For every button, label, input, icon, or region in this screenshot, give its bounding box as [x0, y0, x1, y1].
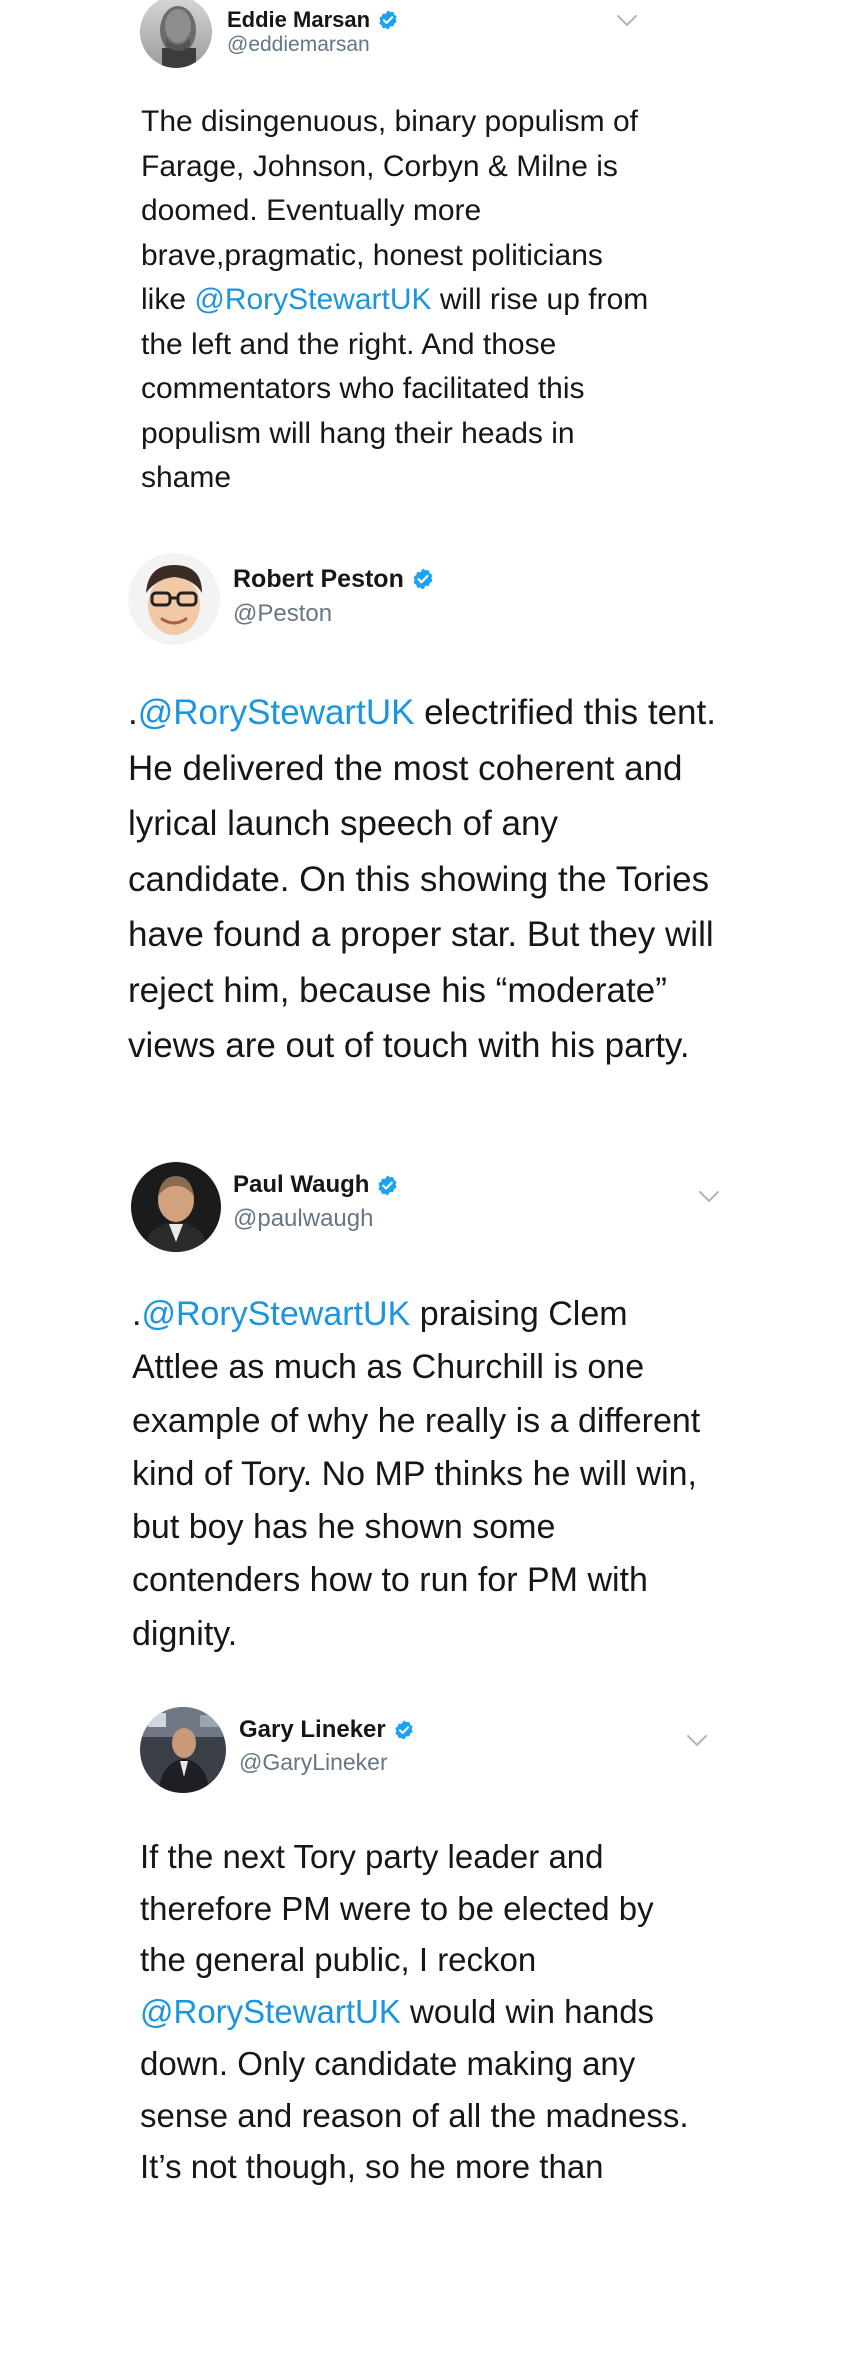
tweet-text: .@RoryStewartUK electrified this tent. H…	[128, 685, 716, 1074]
chevron-down-icon[interactable]	[686, 1734, 708, 1748]
text-line: He delivered the most coherent and	[128, 748, 683, 788]
text-segment: praising Clem	[410, 1295, 628, 1333]
tweet-text: The disingenuous, binary populism of Far…	[141, 100, 648, 501]
verified-badge-icon	[393, 1719, 415, 1741]
text-line: lyrical launch speech of any	[128, 804, 558, 843]
text-line: example of why he really is a different	[132, 1401, 701, 1440]
verified-badge-icon	[411, 567, 435, 591]
mention-link[interactable]: @RoryStewartUK	[194, 283, 431, 316]
text-line: have found a proper star. But they will	[128, 915, 714, 954]
display-name[interactable]: Eddie Marsan	[227, 7, 370, 33]
avatar[interactable]	[131, 1162, 221, 1252]
text-line: brave,pragmatic, honest politicians	[141, 238, 603, 272]
avatar-cartoon-icon	[128, 553, 220, 645]
text-line: down. Only candidate making any	[140, 2044, 636, 2082]
text-line: kind of Tory. No MP thinks he will win,	[132, 1454, 698, 1493]
text-line: If the next Tory party leader and	[140, 1838, 604, 1875]
avatar[interactable]	[140, 0, 212, 68]
tweet-text: .@RoryStewartUK praising Clem Attlee as …	[132, 1288, 700, 1661]
avatar[interactable]	[140, 1707, 226, 1793]
mention-link[interactable]: @RoryStewartUK	[140, 1993, 401, 2030]
chevron-down-icon[interactable]	[616, 14, 638, 28]
text-line: dignity.	[132, 1614, 238, 1653]
text-segment: electrified this tent.	[414, 693, 716, 732]
text-segment: would win hands	[400, 1993, 655, 2031]
text-line: doomed. Eventually more	[141, 194, 482, 227]
text-line: but boy has he shown some	[132, 1508, 556, 1547]
mention-link[interactable]: @RoryStewartUK	[138, 693, 415, 732]
text-line: contenders how to run for PM with	[132, 1561, 648, 1600]
verified-badge-icon	[376, 1174, 399, 1197]
user-handle[interactable]: @GaryLineker	[239, 1749, 388, 1776]
text-line: The disingenuous, binary populism of	[141, 105, 638, 138]
text-line: populism will hang their heads in	[141, 416, 575, 450]
tweet-text: If the next Tory party leader and theref…	[140, 1831, 689, 2193]
text-line: Farage, Johnson, Corbyn & Milne is	[141, 149, 618, 183]
text-segment: like	[141, 283, 195, 316]
text-line: .@RoryStewartUK praising Clem	[132, 1288, 700, 1341]
text-line: therefore PM were to be elected by	[140, 1889, 654, 1927]
user-handle[interactable]: @paulwaugh	[233, 1205, 373, 1233]
user-handle[interactable]: @eddiemarsan	[227, 33, 370, 57]
display-name[interactable]: Paul Waugh	[233, 1171, 369, 1199]
text-line: shame	[141, 461, 232, 494]
display-name[interactable]: Robert Peston	[233, 565, 404, 594]
avatar-photo-icon	[140, 1707, 226, 1793]
user-handle[interactable]: @Peston	[233, 600, 332, 628]
text-line: the left and the right. And those	[141, 327, 557, 361]
mention-link[interactable]: @RoryStewartUK	[141, 1295, 410, 1333]
text-line: @RoryStewartUK would win hands	[140, 1986, 689, 2038]
text-line: candidate. On this showing the Tories	[128, 859, 710, 899]
text-line: commentators who facilitated this	[141, 372, 585, 405]
text-line: .@RoryStewartUK electrified this tent.	[128, 685, 716, 741]
verified-badge-icon	[377, 9, 399, 31]
avatar-photo-icon	[140, 0, 212, 68]
text-line: reject him, because his “moderate”	[128, 970, 667, 1010]
avatar-photo-icon	[131, 1162, 221, 1252]
text-line: views are out of touch with his party.	[128, 1026, 690, 1065]
text-line: Attlee as much as Churchill is one	[132, 1348, 645, 1387]
text-segment: will rise up from	[431, 283, 649, 316]
text-line: the general public, I reckon	[140, 1941, 537, 1979]
text-line: It’s not though, so he more than	[140, 2148, 604, 2186]
text-line: like @RoryStewartUK will rise up from	[141, 278, 648, 323]
text-segment: .	[128, 693, 138, 732]
chevron-down-icon[interactable]	[698, 1190, 720, 1204]
avatar[interactable]	[128, 553, 220, 645]
text-line: sense and reason of all the madness.	[140, 2096, 689, 2134]
display-name[interactable]: Gary Lineker	[239, 1716, 386, 1744]
